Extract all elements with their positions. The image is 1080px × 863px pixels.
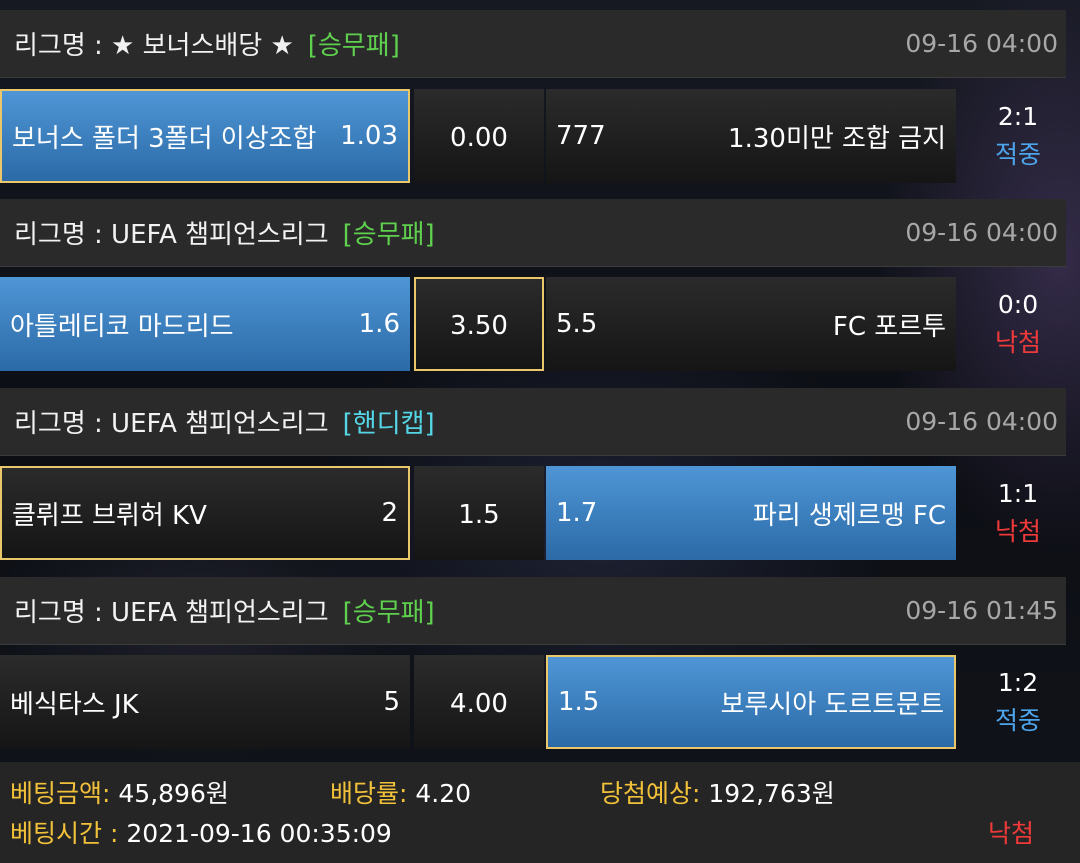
result-status: 적중: [994, 706, 1041, 735]
league-header: 리그명 : UEFA 챔피언스리그 [승무패] 09-16 01:45: [0, 577, 1066, 645]
draw-odds-value: 3.50: [450, 311, 508, 341]
draw-odds-button[interactable]: 0.00: [414, 89, 544, 183]
odds-rate-value: 4.20: [407, 779, 472, 808]
bet-history-panel: 리그명 : ★ 보너스배당 ★ [승무패] 09-16 04:00 보너스 폴더…: [0, 0, 1080, 863]
home-team-name: 클뤼프 브뤼허 KV: [12, 500, 207, 531]
match-time: 09-16 04:00: [905, 407, 1058, 436]
expected-win-value: 192,763원: [700, 779, 835, 808]
match-result: 1:1 낙첨: [960, 466, 1076, 560]
away-team-name: 파리 생제르맹 FC: [752, 500, 946, 531]
match-result: 1:2 적중: [960, 655, 1076, 749]
league-header: 리그명 : ★ 보너스배당 ★ [승무패] 09-16 04:00: [0, 10, 1066, 78]
away-team-name: 보루시아 도르트문트: [720, 689, 944, 720]
result-status: 적중: [994, 140, 1041, 169]
league-name: 리그명 : UEFA 챔피언스리그: [14, 409, 329, 439]
match-score: 2:1: [997, 102, 1039, 131]
expected-win-label: 당첨예상:: [600, 779, 701, 808]
home-odds-button[interactable]: 클뤼프 브뤼허 KV 2: [0, 466, 410, 560]
match-time: 09-16 01:45: [905, 596, 1058, 625]
match-row: 보너스 폴더 3폴더 이상조합 1.03 0.00 777 1.30미만 조합 …: [0, 89, 1080, 183]
home-team-name: 아틀레티코 마드리드: [10, 311, 234, 342]
league-header: 리그명 : UEFA 챔피언스리그 [승무패] 09-16 04:00: [0, 199, 1066, 267]
draw-odds-value: 4.00: [450, 689, 508, 719]
expected-win: 당첨예상: 192,763원: [600, 774, 835, 810]
away-odds-value: 1.5: [558, 687, 600, 717]
match-result: 0:0 낙첨: [960, 277, 1076, 371]
bet-amount-value: 45,896원: [110, 779, 229, 808]
bet-result-status: 낙첨: [987, 819, 1034, 848]
home-odds-value: 1.03: [340, 121, 398, 151]
match-time: 09-16 04:00: [905, 218, 1058, 247]
league-name: 리그명 : ★ 보너스배당 ★: [14, 31, 294, 61]
draw-odds-button[interactable]: 4.00: [414, 655, 544, 749]
odds-rate: 배당률: 4.20: [330, 774, 471, 810]
match-score: 0:0: [997, 290, 1039, 319]
away-odds-button[interactable]: 5.5 FC 포르투: [546, 277, 956, 371]
result-status: 낙첨: [994, 517, 1041, 546]
bet-type: [승무패]: [342, 598, 435, 628]
league-name: 리그명 : UEFA 챔피언스리그: [14, 598, 329, 628]
match-time: 09-16 04:00: [905, 29, 1058, 58]
home-odds-value: 2: [381, 498, 398, 528]
away-odds-value: 1.7: [556, 498, 598, 528]
bet-summary: 베팅금액: 45,896원 배당률: 4.20 당첨예상: 192,763원 베…: [0, 762, 1080, 863]
away-odds-button[interactable]: 777 1.30미만 조합 금지: [546, 89, 956, 183]
home-odds-button[interactable]: 베식타스 JK 5: [0, 655, 410, 749]
match-row: 베식타스 JK 5 4.00 1.5 보루시아 도르트문트 1:2 적중: [0, 655, 1080, 749]
bet-type: [핸디캡]: [342, 409, 435, 439]
handicap-value-cell: 1.5: [414, 466, 544, 560]
away-odds-button[interactable]: 1.7 파리 생제르맹 FC: [546, 466, 956, 560]
bet-amount: 베팅금액: 45,896원: [10, 774, 229, 810]
home-odds-button[interactable]: 아틀레티코 마드리드 1.6: [0, 277, 410, 371]
draw-odds-value: 0.00: [450, 123, 508, 153]
odds-rate-label: 배당률:: [330, 779, 408, 808]
match-row: 아틀레티코 마드리드 1.6 3.50 5.5 FC 포르투 0:0 낙첨: [0, 277, 1080, 371]
result-status: 낙첨: [994, 328, 1041, 357]
home-team-name: 보너스 폴더 3폴더 이상조합: [12, 123, 317, 154]
match-score: 1:2: [997, 668, 1039, 697]
away-odds-value: 5.5: [556, 309, 598, 339]
draw-odds-button[interactable]: 3.50: [414, 277, 544, 371]
bet-amount-label: 베팅금액:: [10, 779, 111, 808]
match-score: 1:1: [997, 479, 1039, 508]
match-result: 2:1 적중: [960, 89, 1076, 183]
handicap-value: 1.5: [458, 500, 500, 530]
bet-type: [승무패]: [342, 220, 435, 250]
bet-time-label: 베팅시간 :: [10, 819, 119, 848]
home-odds-value: 5: [383, 687, 400, 717]
away-odds-button[interactable]: 1.5 보루시아 도르트문트: [546, 655, 956, 749]
home-team-name: 베식타스 JK: [10, 689, 139, 720]
bet-type: [승무패]: [307, 31, 400, 61]
home-odds-value: 1.6: [358, 309, 400, 339]
home-odds-button[interactable]: 보너스 폴더 3폴더 이상조합 1.03: [0, 89, 410, 183]
away-team-name: 1.30미만 조합 금지: [728, 123, 946, 154]
bet-time: 베팅시간 : 2021-09-16 00:35:09: [10, 814, 392, 850]
league-name: 리그명 : UEFA 챔피언스리그: [14, 220, 329, 250]
bet-time-value: 2021-09-16 00:35:09: [118, 819, 392, 848]
match-row: 클뤼프 브뤼허 KV 2 1.5 1.7 파리 생제르맹 FC 1:1 낙첨: [0, 466, 1080, 560]
league-header: 리그명 : UEFA 챔피언스리그 [핸디캡] 09-16 04:00: [0, 388, 1066, 456]
away-team-name: FC 포르투: [832, 311, 946, 342]
away-odds-value: 777: [556, 121, 606, 151]
